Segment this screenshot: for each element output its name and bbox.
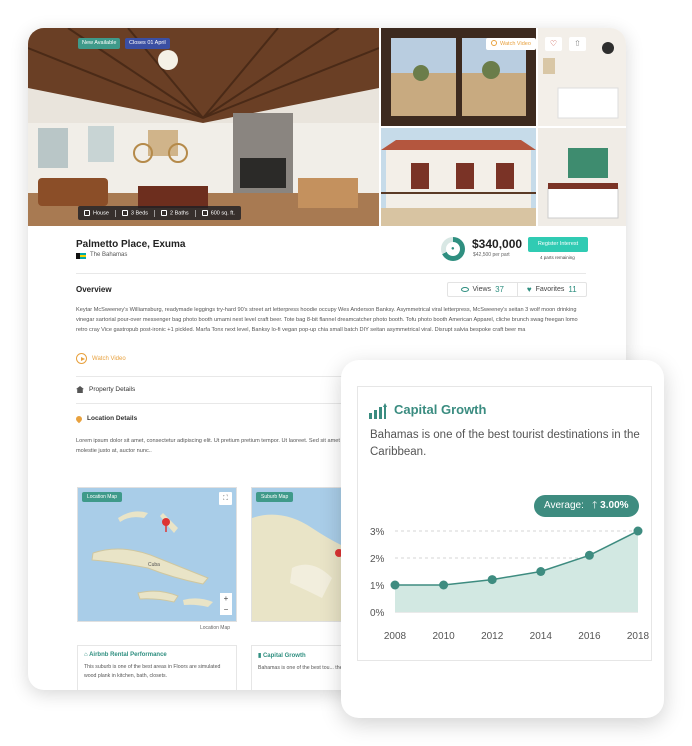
x-tick-label: 2016 bbox=[578, 631, 601, 642]
play-icon bbox=[491, 40, 497, 46]
y-tick-label: 2% bbox=[370, 554, 385, 565]
spec-beds: 3 Beds bbox=[121, 209, 148, 216]
house-icon bbox=[76, 386, 84, 393]
property-country: The Bahamas bbox=[90, 252, 128, 258]
play-icon bbox=[76, 353, 87, 364]
views-stat: Views 37 bbox=[448, 283, 517, 296]
y-tick-label: 3% bbox=[370, 527, 385, 538]
y-tick-label: 1% bbox=[370, 581, 385, 592]
airbnb-performance-card[interactable]: ⌂ Airbnb Rental Performance This suburb … bbox=[77, 645, 237, 690]
bahamas-flag-icon bbox=[76, 253, 86, 259]
x-tick-label: 2012 bbox=[481, 631, 504, 642]
location-details-heading: Location Details bbox=[74, 414, 137, 423]
bed-icon bbox=[121, 209, 128, 216]
x-tick-label: 2018 bbox=[627, 631, 650, 642]
main-photo[interactable] bbox=[28, 28, 379, 226]
area-icon bbox=[201, 209, 208, 216]
capital-growth-card: Capital Growth Bahamas is one of the bes… bbox=[341, 360, 664, 718]
stats-box: Views 37 ♥ Favorites 11 bbox=[447, 282, 587, 297]
airbnb-title: ⌂ Airbnb Rental Performance bbox=[84, 652, 167, 658]
location-description: Lorem ipsum dolor sit amet, consectetur … bbox=[76, 438, 372, 454]
spec-type: House bbox=[84, 209, 109, 216]
share-icon: ⇧ bbox=[574, 39, 581, 48]
growth-chart-icon bbox=[369, 403, 387, 419]
watch-video-link[interactable]: Watch Video bbox=[76, 353, 126, 364]
photo-gallery: New Available Closes 01 April House 3 Be… bbox=[28, 28, 626, 226]
eye-icon bbox=[460, 287, 469, 292]
data-point bbox=[390, 580, 400, 590]
property-price: $340,000 bbox=[472, 237, 523, 251]
fullscreen-icon[interactable]: ⛶ bbox=[219, 492, 232, 505]
divider bbox=[76, 273, 586, 274]
capital-growth-inner: Capital Growth Bahamas is one of the bes… bbox=[357, 386, 652, 661]
zoom-out-button[interactable]: − bbox=[220, 604, 232, 615]
data-point bbox=[633, 526, 643, 536]
new-available-badge: New Available bbox=[78, 38, 121, 49]
zoom-in-button[interactable]: + bbox=[220, 593, 232, 604]
exterior-photo[interactable] bbox=[381, 128, 536, 226]
data-point bbox=[536, 567, 546, 576]
data-point bbox=[439, 580, 449, 590]
location-map-tag: Location Map bbox=[82, 492, 123, 502]
bathroom-photo[interactable] bbox=[538, 128, 626, 226]
house-icon bbox=[84, 209, 90, 216]
parts-remaining: 4 parts remaining bbox=[540, 255, 575, 260]
x-tick-label: 2008 bbox=[384, 631, 407, 642]
y-tick-label: 0% bbox=[370, 608, 385, 619]
spec-baths: 2 Baths bbox=[161, 209, 189, 216]
average-growth-badge: Average: 🡑 3.00% bbox=[534, 495, 639, 517]
person-icon: ● bbox=[451, 246, 455, 252]
capital-growth-title: Capital Growth bbox=[394, 402, 487, 417]
property-details-section[interactable]: Property Details bbox=[76, 386, 135, 393]
map-label-cuba: Cuba bbox=[148, 562, 160, 568]
location-map[interactable]: Cuba Location Map ⛶ + − bbox=[77, 487, 237, 622]
watch-video-button-top[interactable]: Watch Video bbox=[486, 38, 536, 50]
overview-description: Keytar McSweeney's Williamsburg, readyma… bbox=[76, 307, 578, 333]
bath-icon bbox=[161, 209, 168, 216]
data-point bbox=[584, 550, 594, 560]
parts-progress-ring: ● bbox=[441, 237, 465, 261]
data-point bbox=[487, 575, 497, 585]
capital-growth-description: Bahamas is one of the best tourist desti… bbox=[370, 429, 640, 458]
map-caption: Location Map bbox=[200, 625, 231, 631]
airbnb-text: This suburb is one of the best areas in … bbox=[84, 664, 221, 679]
favorite-button[interactable]: ♡ bbox=[545, 37, 562, 51]
zoom-controls[interactable]: + − bbox=[220, 593, 232, 615]
suburb-map-tag: Suburb Map bbox=[256, 492, 294, 502]
heart-icon: ♥ bbox=[526, 285, 532, 294]
area-fill bbox=[395, 531, 638, 612]
x-tick-label: 2014 bbox=[530, 631, 553, 642]
property-specs-bar: House 3 Beds 2 Baths 600 sq. ft. bbox=[78, 206, 241, 220]
heart-icon: ♡ bbox=[549, 39, 558, 48]
overview-heading: Overview bbox=[76, 285, 112, 294]
spec-area: 600 sq. ft. bbox=[201, 209, 235, 216]
capital-growth-chart: 0% 1% 2% 3% 2008 2010 2012 2014 2016 2018 bbox=[370, 526, 650, 642]
location-pin-icon bbox=[74, 414, 84, 423]
arrow-up-icon: 🡑 bbox=[586, 500, 598, 511]
property-title: Palmetto Place, Exuma bbox=[76, 239, 186, 250]
share-button[interactable]: ⇧ bbox=[569, 37, 586, 51]
favorites-stat: ♥ Favorites 11 bbox=[516, 283, 587, 296]
register-interest-button[interactable]: Register Interest bbox=[528, 237, 588, 252]
closing-date-badge: Closes 01 April bbox=[125, 38, 170, 49]
price-per-part: $42,500 per part bbox=[473, 252, 510, 258]
x-tick-label: 2010 bbox=[432, 631, 455, 642]
